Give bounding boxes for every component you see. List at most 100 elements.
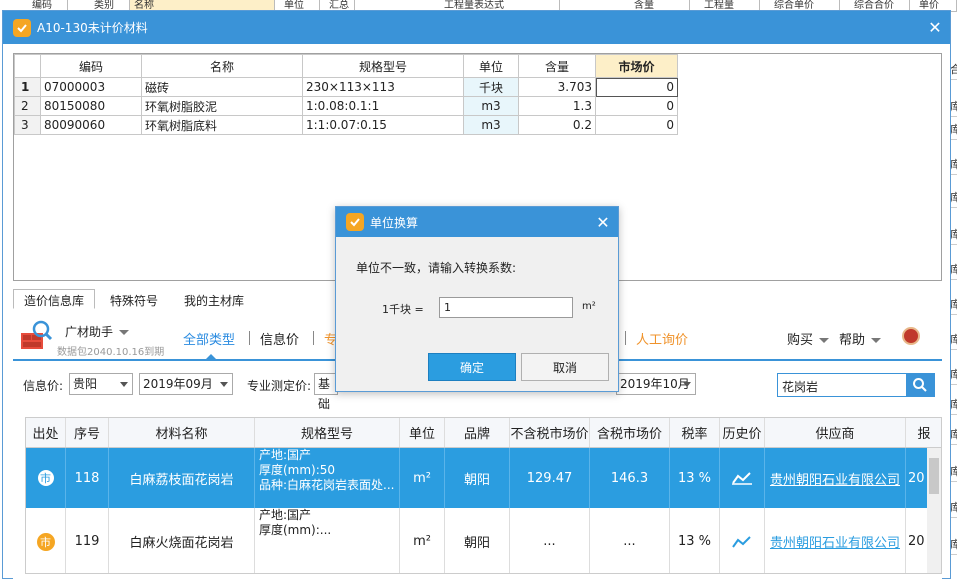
cell-code[interactable]: 07000003 (40, 77, 142, 97)
cell-unit[interactable]: m3 (463, 115, 519, 135)
cell-market-price[interactable]: 0 (595, 77, 678, 97)
grid-col-header[interactable]: 材料名称 (109, 418, 255, 447)
cell-name[interactable]: 环氧树脂胶泥 (141, 96, 303, 116)
search-input[interactable]: 花岗岩 (782, 378, 818, 395)
grid-col-header[interactable]: 单位 (400, 418, 445, 447)
material-name-cell: 白麻荔枝面花岗岩 (109, 448, 255, 508)
seq-cell: 119 (66, 508, 109, 573)
chevron-down-icon (819, 338, 830, 343)
cell-code[interactable]: 80090060 (40, 115, 142, 135)
nav-labor-inquiry[interactable]: 人工询价 (636, 329, 688, 348)
cell-qty[interactable]: 0.2 (518, 115, 596, 135)
cell-qty[interactable]: 1.3 (518, 96, 596, 116)
history-cell[interactable] (720, 448, 765, 508)
search-button[interactable] (906, 374, 934, 396)
col-header-market-price[interactable]: 市场价 (595, 54, 678, 78)
grid-col-header[interactable]: 序号 (66, 418, 109, 447)
grid-col-header[interactable]: 供应商 (765, 418, 906, 447)
grid-col-header[interactable]: 税率 (670, 418, 720, 447)
grid-scrollbar[interactable] (927, 448, 941, 573)
cell-spec[interactable]: 1:1:0.07:0.15 (302, 115, 464, 135)
cell-spec[interactable]: 1:0.08:0.1:1 (302, 96, 464, 116)
history-cell[interactable] (720, 508, 765, 573)
close-icon[interactable]: ✕ (920, 18, 950, 37)
unit-cell: m² (400, 448, 445, 508)
nav-info-price[interactable]: 信息价 (260, 329, 299, 348)
dialog-title: A10-130未计价材料 (37, 21, 148, 35)
col-header[interactable]: 名称 (141, 54, 303, 78)
modal-message: 单位不一致，请输入转换系数: (356, 261, 517, 275)
price-ex-tax-cell: 129.47 (510, 448, 590, 508)
table-row[interactable]: 2 80150080 环氧树脂胶泥 1:0.08:0.1:1 m3 1.3 0 (14, 96, 678, 116)
supplier-link[interactable]: 贵州朝阳石业有限公司 (765, 448, 906, 508)
cancel-button[interactable]: 取消 (521, 353, 609, 381)
grid-col-header[interactable]: 不含税市场价 (510, 418, 590, 447)
cell-market-price[interactable]: 0 (595, 96, 678, 116)
cell-name[interactable]: 磁砖 (141, 77, 303, 97)
help-menu[interactable]: 帮助 (839, 329, 882, 348)
cell-code[interactable]: 80150080 (40, 96, 142, 116)
cell-qty[interactable]: 3.703 (518, 77, 596, 97)
user-avatar[interactable] (902, 327, 920, 345)
nav-divider (249, 331, 250, 345)
cell-name[interactable]: 环氧树脂底料 (141, 115, 303, 135)
cell-unit[interactable]: 千块 (463, 77, 519, 97)
grid-row[interactable]: 市 118 白麻荔枝面花岗岩 产地:国产 厚度(mm):50 品种:白麻花岗岩表… (26, 448, 941, 508)
nav-all-types[interactable]: 全部类型 (183, 329, 235, 348)
ok-button[interactable]: 确定 (428, 353, 516, 381)
bg-right-cell: 库 (950, 295, 957, 315)
cell-unit[interactable]: m3 (463, 96, 519, 116)
tab-special-symbols[interactable]: 特殊符号 (99, 289, 169, 309)
grid-col-header[interactable]: 含税市场价 (590, 418, 670, 447)
city-select[interactable]: 贵阳 (69, 373, 133, 395)
target-unit: m² (582, 301, 596, 312)
close-icon[interactable]: ✕ (588, 213, 618, 232)
modal-title: 单位换算 (370, 215, 419, 230)
bg-right-cell: 库 (950, 498, 957, 518)
table-row[interactable]: 1 07000003 磁砖 230×113×113 千块 3.703 0 (14, 77, 678, 97)
trend-chart-icon[interactable] (731, 471, 753, 485)
scrollbar-thumb[interactable] (929, 458, 939, 494)
month2-select[interactable]: 2019年10月 (616, 373, 696, 395)
col-header[interactable]: 含量 (518, 54, 596, 78)
city-value: 贵阳 (73, 377, 98, 391)
cell-market-price[interactable]: 0 (595, 115, 678, 135)
conversion-factor-input[interactable]: 1 (439, 297, 573, 318)
bg-right-cell: 库 (950, 225, 957, 245)
chevron-down-icon (683, 382, 691, 387)
bg-right-cell: 合 (950, 60, 957, 80)
chevron-down-icon (120, 382, 128, 387)
grid-col-header[interactable]: 品牌 (445, 418, 510, 447)
price-in-tax-cell: 146.3 (590, 448, 670, 508)
col-header[interactable]: 规格型号 (302, 54, 464, 78)
grid-col-header[interactable]: 出处 (26, 418, 66, 447)
tax-rate-cell: 13 % (670, 448, 720, 508)
col-header[interactable]: 编码 (40, 54, 142, 78)
tab-cost-info[interactable]: 造价信息库 (13, 289, 96, 309)
month2-value: 2019年10月 (620, 377, 690, 391)
col-header[interactable]: 单位 (463, 54, 519, 78)
grid-row[interactable]: 市 119 白麻火烧面花岗岩 产地:国产 厚度(mm):... m² 朝阳 ..… (26, 508, 941, 573)
bg-right-cell: 库 (950, 260, 957, 280)
brand-menu[interactable]: 广材助手 (65, 323, 130, 340)
grid-header: 出处 序号 材料名称 规格型号 单位 品牌 不含税市场价 含税市场价 税率 历史… (26, 418, 941, 448)
supplier-link[interactable]: 贵州朝阳石业有限公司 (765, 508, 906, 573)
package-expiry: 数据包2040.10.16到期 (57, 347, 165, 358)
price-in-tax-cell: ... (590, 508, 670, 573)
buy-menu[interactable]: 购买 (787, 329, 830, 348)
dialog-title-bar[interactable]: A10-130未计价材料 ✕ (3, 11, 950, 44)
brand-name: 广材助手 (65, 325, 114, 339)
bg-right-cell: 库 (950, 395, 957, 415)
grid-col-header[interactable]: 报 (906, 418, 941, 447)
spec-line: 产地:国产 (259, 448, 312, 462)
cell-spec[interactable]: 230×113×113 (302, 77, 464, 97)
table-row[interactable]: 3 80090060 环氧树脂底料 1:1:0.07:0.15 m3 0.2 0 (14, 115, 678, 135)
tab-my-materials[interactable]: 我的主材库 (173, 289, 255, 309)
grid-col-header[interactable]: 规格型号 (255, 418, 400, 447)
trend-chart-icon[interactable] (731, 535, 753, 549)
modal-title-bar[interactable]: 单位换算 ✕ (336, 207, 618, 237)
grid-col-header[interactable]: 历史价 (720, 418, 765, 447)
search-box[interactable]: 花岗岩 (777, 373, 935, 397)
month-select[interactable]: 2019年09月 (139, 373, 233, 395)
row-index: 1 (14, 77, 41, 97)
